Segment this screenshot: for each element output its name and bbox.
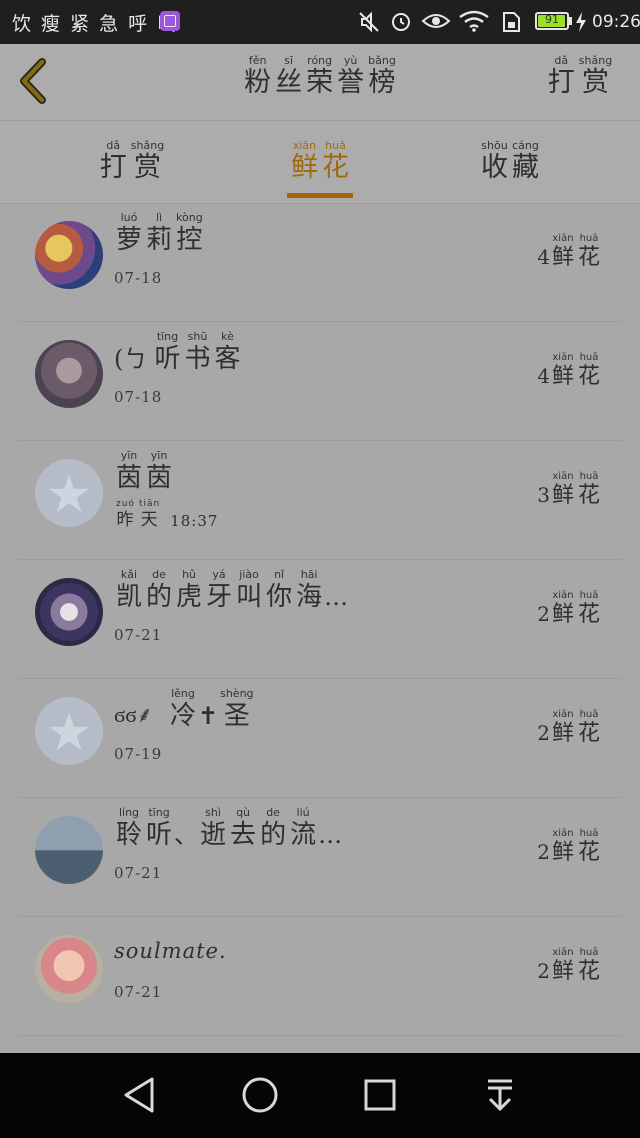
eye-icon: [421, 14, 451, 28]
avatar: [35, 935, 103, 1003]
flower-count: 2 xiān 鲜 huā 花: [537, 947, 600, 984]
charging-icon: [576, 12, 586, 32]
system-navigation-bar: [0, 1053, 640, 1138]
title-char: sī 丝: [275, 54, 303, 98]
flower-count: 2 xiān 鲜 huā 花: [537, 590, 600, 627]
tab-favorites[interactable]: shōu 收 cáng 藏: [430, 139, 590, 184]
list-item[interactable]: soulmate. 07-21 2 xiān 鲜 huā 花: [18, 917, 622, 1036]
item-date: 07-19: [114, 745, 163, 763]
nav-notification-pulldown-icon[interactable]: [478, 1073, 522, 1117]
user-name: líng 聆 tīng 听、 shì 逝 qù 去 de 的 liú 流…: [116, 806, 343, 850]
title-char: fěn 粉: [244, 54, 272, 98]
user-name: yīn 茵 yīn 茵: [116, 449, 173, 493]
gallery-icon: [160, 11, 180, 31]
reward-button[interactable]: dǎ 打 shǎng 赏: [540, 54, 620, 99]
wifi-icon: [459, 10, 489, 32]
status-bar: 饮 瘦 紧 急 呼 叫 91 09:26: [0, 0, 640, 44]
active-tab-indicator: [287, 193, 353, 198]
item-date: 07-18: [114, 388, 163, 406]
default-avatar-icon: [35, 459, 103, 527]
item-date: 07-21: [114, 864, 163, 882]
sim-icon: [503, 12, 520, 32]
nav-recents-icon[interactable]: [358, 1073, 402, 1117]
list-item[interactable]: (ㄅ tīng 听 shū 书 kè 客 07-18 4 xiān 鲜 huā 花: [18, 322, 622, 441]
app-header: fěn 粉 sī 丝 róng 荣 yù 誉 bǎng 榜 dǎ 打 shǎng 赏: [0, 44, 640, 121]
title-char: bǎng 榜: [368, 54, 396, 98]
flower-count: 4 xiān 鲜 huā 花: [537, 352, 600, 389]
nav-back-icon[interactable]: [118, 1073, 162, 1117]
list-item[interactable]: luó 萝 lì 莉 kòng 控 07-18 4 xiān 鲜 huā 花: [18, 203, 622, 322]
user-name: kǎi 凯 de 的 hǔ 虎 yá 牙 jiào 叫 nǐ 你 hāi 海…: [116, 568, 349, 612]
alarm-icon: [392, 13, 410, 31]
flower-count: 3 xiān 鲜 huā 花: [537, 471, 600, 508]
item-date: 07-21: [114, 626, 163, 644]
tab-reward[interactable]: dǎ 打 shǎng 赏: [52, 139, 212, 184]
avatar: [35, 340, 103, 408]
tab-flowers[interactable]: xiān 鲜 huā 花: [240, 139, 400, 184]
item-date: 07-21: [114, 983, 163, 1001]
list-item[interactable]: yīn茵yīn茵 zuó昨tiān天18:37 3xiān鲜huā花: [18, 441, 622, 560]
battery-level: 91: [545, 13, 559, 26]
flower-count: 2 xiān 鲜 huā 花: [537, 828, 600, 865]
title-char: yù 誉: [337, 54, 365, 98]
user-name: (ㄅ tīng 听 shū 书 kè 客: [114, 330, 241, 374]
avatar: [35, 816, 103, 884]
item-date: zuó 昨 tiān 天 18:37: [116, 499, 219, 530]
list-item[interactable]: [18, 1036, 622, 1053]
back-button[interactable]: [16, 58, 50, 104]
flower-count: 2 xiān 鲜 huā 花: [537, 709, 600, 746]
list-item[interactable]: kǎi 凯 de 的 hǔ 虎 yá 牙 jiào 叫 nǐ 你 hāi 海… 07-21 2 xiān 鲜 h…: [18, 560, 622, 679]
avatar: [35, 578, 103, 646]
fan-list: luó 萝 lì 莉 kòng 控 07-18 4 xiān 鲜 huā 花 (ㄅ tīng 听 sh…: [0, 203, 640, 1053]
battery-icon: 91: [535, 12, 569, 30]
user-name: ϭϭ⸙ lěng 冷 ✝ shèng 圣: [114, 687, 254, 731]
user-name: soulmate.: [114, 939, 227, 963]
page-title: fěn 粉 sī 丝 róng 荣 yù 誉 bǎng 榜: [170, 54, 470, 99]
status-notification-text: 饮 瘦 紧 急 呼 叫: [12, 13, 179, 35]
user-name: luó 萝 lì 莉 kòng 控: [116, 211, 203, 255]
list-item[interactable]: líng 聆 tīng 听、 shì 逝 qù 去 de 的 liú 流… 07-21 2 xiān 鲜 h…: [18, 798, 622, 917]
mute-icon: [359, 11, 379, 33]
tab-bar: dǎ 打 shǎng 赏 xiān 鲜 huā 花 shōu 收 cáng 藏: [0, 121, 640, 204]
item-date: 07-18: [114, 269, 163, 287]
avatar: [35, 221, 103, 289]
flower-count: 4 xiān 鲜 huā 花: [537, 233, 600, 270]
title-char: róng 荣: [306, 54, 334, 98]
list-item[interactable]: ϭϭ⸙ lěng冷✝shèng圣 07-19 2xiān鲜huā花: [18, 679, 622, 798]
status-time: 09:26: [592, 12, 640, 32]
nav-home-icon[interactable]: [238, 1073, 282, 1117]
default-avatar-icon: [35, 697, 103, 765]
